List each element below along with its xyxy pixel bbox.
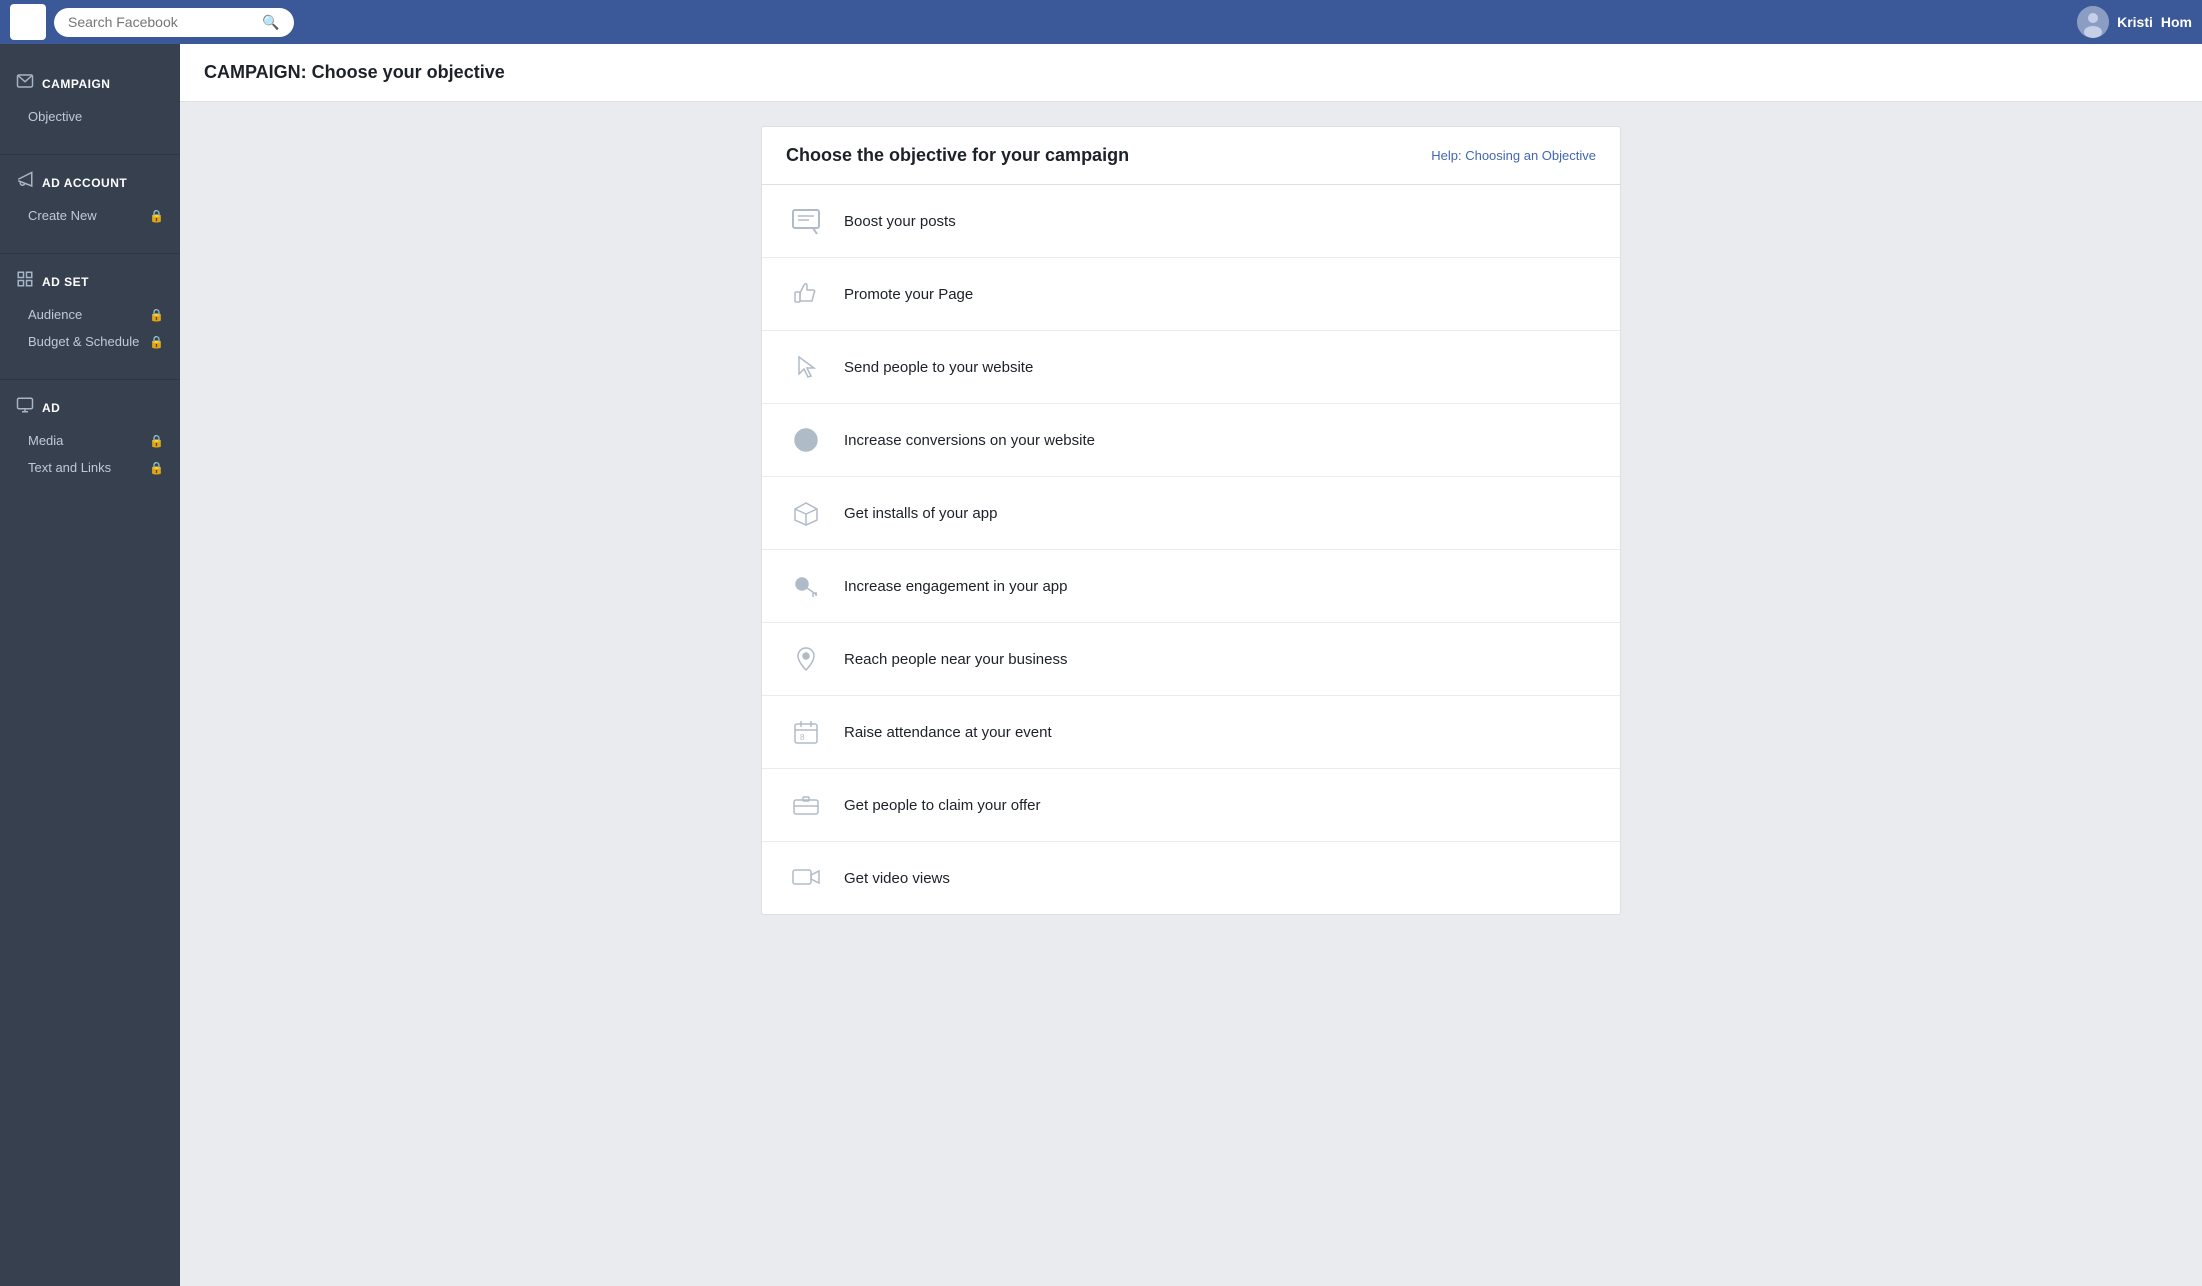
lock-icon-media: 🔒 [149, 434, 164, 448]
username-label: Kristi [2117, 14, 2153, 30]
objective-item-app-installs[interactable]: Get installs of your app [762, 477, 1620, 550]
globe-icon [786, 420, 826, 460]
envelope-icon [16, 72, 34, 95]
sidebar-item-audience[interactable]: Audience 🔒 [0, 301, 180, 328]
box-icon [786, 493, 826, 533]
objective-item-boost-posts[interactable]: Boost your posts [762, 185, 1620, 258]
sidebar-item-create-new[interactable]: Create New 🔒 [0, 202, 180, 229]
objective-item-promote-page[interactable]: Promote your Page [762, 258, 1620, 331]
divider-1 [0, 154, 180, 155]
help-link[interactable]: Help: Choosing an Objective [1431, 148, 1596, 163]
lock-icon-create-new: 🔒 [149, 209, 164, 223]
avatar[interactable] [2077, 6, 2109, 38]
boost-posts-label: Boost your posts [844, 213, 956, 230]
content-area: Choose the objective for your campaign H… [180, 102, 2202, 939]
lock-icon-audience: 🔒 [149, 308, 164, 322]
app-layout: CAMPAIGN Objective AD ACCOUNT Create New [0, 44, 2202, 1286]
divider-3 [0, 379, 180, 380]
send-website-label: Send people to your website [844, 359, 1033, 376]
local-label: Reach people near your business [844, 651, 1067, 668]
pin-icon [786, 639, 826, 679]
objective-item-local[interactable]: Reach people near your business [762, 623, 1620, 696]
thumbsup-icon [786, 274, 826, 314]
sidebar-ad-set-header: AD SET [0, 262, 180, 301]
budget-schedule-label: Budget & Schedule [28, 334, 139, 349]
objective-list: Boost your posts Promote your Page [762, 185, 1620, 914]
page-title: CAMPAIGN: Choose your objective [204, 62, 2178, 83]
sidebar-item-media[interactable]: Media 🔒 [0, 427, 180, 454]
sidebar-section-ad: AD Media 🔒 Text and Links 🔒 [0, 388, 180, 481]
search-icon: 🔍 [262, 14, 279, 31]
objective-item-video[interactable]: Get video views [762, 842, 1620, 914]
main-content: CAMPAIGN: Choose your objective Choose t… [180, 44, 2202, 1286]
lock-icon-budget: 🔒 [149, 335, 164, 349]
offer-icon [786, 785, 826, 825]
sidebar-item-budget-schedule[interactable]: Budget & Schedule 🔒 [0, 328, 180, 355]
boost-icon [786, 201, 826, 241]
sidebar-campaign-header: CAMPAIGN [0, 64, 180, 103]
svg-text:8: 8 [800, 733, 805, 742]
objective-item-send-website[interactable]: Send people to your website [762, 331, 1620, 404]
app-installs-label: Get installs of your app [844, 505, 997, 522]
event-label: Raise attendance at your event [844, 724, 1052, 741]
facebook-logo[interactable] [10, 4, 46, 40]
create-new-label: Create New [28, 208, 97, 223]
video-label: Get video views [844, 870, 950, 887]
divider-2 [0, 253, 180, 254]
objective-card-header: Choose the objective for your campaign H… [762, 127, 1620, 185]
objective-item-event[interactable]: 8 Raise attendance at your event [762, 696, 1620, 769]
page-header: CAMPAIGN: Choose your objective [180, 44, 2202, 102]
objective-card-title: Choose the objective for your campaign [786, 145, 1129, 166]
objective-card: Choose the objective for your campaign H… [761, 126, 1621, 915]
sidebar-ad-set-label: AD SET [42, 275, 89, 289]
sidebar-section-ad-account: AD ACCOUNT Create New 🔒 [0, 163, 180, 229]
sidebar: CAMPAIGN Objective AD ACCOUNT Create New [0, 44, 180, 1286]
video-icon [786, 858, 826, 898]
offer-label: Get people to claim your offer [844, 797, 1041, 814]
objective-item-conversions[interactable]: Increase conversions on your website [762, 404, 1620, 477]
cursor-icon [786, 347, 826, 387]
audience-label: Audience [28, 307, 82, 322]
objective-item-app-engagement[interactable]: Increase engagement in your app [762, 550, 1620, 623]
top-navigation: 🔍 Kristi Hom [0, 0, 2202, 44]
promote-page-label: Promote your Page [844, 286, 973, 303]
page-title-subtitle: Choose your objective [312, 62, 505, 82]
sidebar-ad-label: AD [42, 401, 60, 415]
sidebar-item-objective[interactable]: Objective [0, 103, 180, 130]
app-engagement-label: Increase engagement in your app [844, 578, 1067, 595]
lock-icon-text-links: 🔒 [149, 461, 164, 475]
sidebar-ad-account-header: AD ACCOUNT [0, 163, 180, 202]
event-icon: 8 [786, 712, 826, 752]
conversions-label: Increase conversions on your website [844, 432, 1095, 449]
media-label: Media [28, 433, 63, 448]
monitor-icon [16, 396, 34, 419]
sidebar-section-campaign: CAMPAIGN Objective [0, 64, 180, 130]
sidebar-ad-account-label: AD ACCOUNT [42, 176, 127, 190]
sidebar-ad-header: AD [0, 388, 180, 427]
sidebar-item-text-links[interactable]: Text and Links 🔒 [0, 454, 180, 481]
search-bar[interactable]: 🔍 [54, 8, 294, 37]
megaphone-icon [16, 171, 34, 194]
home-label[interactable]: Hom [2161, 14, 2192, 30]
grid-icon [16, 270, 34, 293]
text-links-label: Text and Links [28, 460, 111, 475]
topnav-right: Kristi Hom [2077, 6, 2192, 38]
search-input[interactable] [68, 14, 258, 30]
sidebar-campaign-label: CAMPAIGN [42, 77, 110, 91]
objective-label: Objective [28, 109, 82, 124]
page-title-campaign: CAMPAIGN: [204, 62, 307, 82]
sidebar-section-ad-set: AD SET Audience 🔒 Budget & Schedule 🔒 [0, 262, 180, 355]
objective-item-offer[interactable]: Get people to claim your offer [762, 769, 1620, 842]
key-icon [786, 566, 826, 606]
